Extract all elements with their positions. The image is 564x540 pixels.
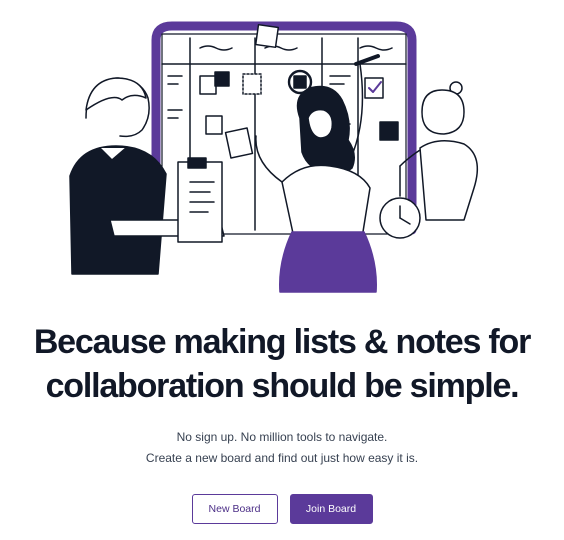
hero-headline: Because making lists & notes for collabo… — [0, 320, 564, 408]
new-board-button[interactable]: New Board — [191, 494, 278, 524]
join-board-button[interactable]: Join Board — [289, 494, 373, 524]
hero-actions: New Board Join Board — [0, 494, 564, 524]
team-collaboration-board-illustration — [69, 21, 479, 293]
headline-line-1: Because making lists & notes for — [33, 323, 532, 361]
subtext-line-1: No sign up. No million tools to navigate… — [176, 430, 388, 444]
subtext-line-2: Create a new board and find out just how… — [145, 451, 419, 465]
headline-line-2: collaboration should be simple. — [45, 367, 520, 405]
hero-subtext: No sign up. No million tools to navigate… — [0, 427, 564, 469]
